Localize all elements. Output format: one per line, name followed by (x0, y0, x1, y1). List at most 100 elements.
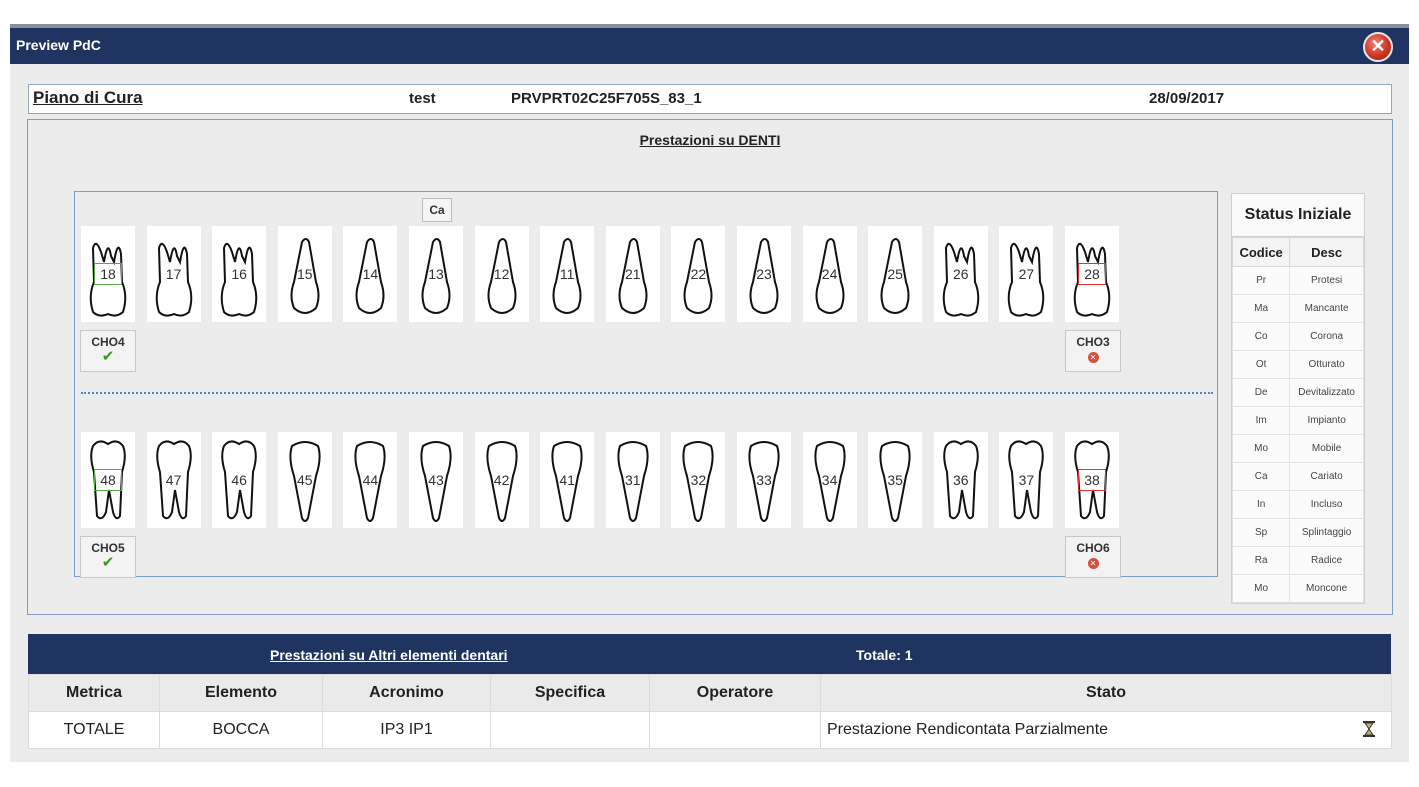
status-iniziale-panel: Status Iniziale Codice Desc Pr Protesi Ma M… (1231, 193, 1365, 604)
status-code: Ca (1231, 462, 1291, 491)
status-code: Ma (1231, 294, 1291, 323)
tooth-number: 42 (493, 472, 510, 488)
tooth-number: 17 (165, 266, 182, 282)
error-icon: ✕ (1087, 352, 1099, 363)
pdc-date: 28/09/2017 (1149, 90, 1225, 107)
pdc-code: PRVPRT02C25F705S_83_1 (511, 90, 702, 107)
tooth-31[interactable]: 31 (605, 432, 660, 528)
tooth-46[interactable]: 46 (212, 432, 267, 528)
tooth-28[interactable]: 28 (1065, 226, 1119, 322)
tooth-24[interactable]: 24 (802, 226, 857, 322)
tooth-13[interactable]: 13 (409, 226, 463, 322)
cho-label: CHO5 (91, 541, 125, 555)
tooth-number: 47 (165, 472, 182, 488)
pdc-header: Piano di Cura test PRVPRT02C25F705S_83_1… (28, 84, 1392, 114)
cell-specifica (490, 711, 650, 749)
status-desc: Corona (1289, 322, 1364, 351)
tooth-18[interactable]: 18 (81, 226, 135, 322)
col-metrica: Metrica (28, 674, 160, 712)
hourglass-icon (1363, 721, 1375, 737)
tooth-27[interactable]: 27 (999, 226, 1054, 322)
tooth-number: 44 (362, 472, 379, 488)
tooth-48[interactable]: 48 (81, 432, 135, 528)
tooth-number: 15 (297, 266, 313, 282)
tooth-number: 32 (690, 472, 707, 488)
col-operatore: Operatore (649, 674, 821, 712)
tooth-21[interactable]: 21 (605, 226, 660, 322)
others-section-bar: Prestazioni su Altri elementi dentari To… (28, 634, 1391, 674)
tooth-33[interactable]: 33 (737, 432, 791, 528)
tooth-number: 22 (690, 266, 707, 282)
tooth-number: 13 (428, 266, 444, 282)
status-row: Ma Mancante (1231, 294, 1364, 323)
tooth-17[interactable]: 17 (146, 226, 201, 322)
cho3-box[interactable]: CHO3 ✕ (1065, 330, 1121, 372)
tooth-number: 21 (625, 266, 641, 282)
teeth-panel: Prestazioni su DENTI Ca CHO4 ✔ CHO3 ✕ CH… (27, 119, 1393, 615)
status-row: Ra Radice (1231, 546, 1364, 575)
tooth-number: 18 (94, 263, 122, 285)
status-code: Ra (1231, 546, 1291, 575)
tooth-37[interactable]: 37 (999, 432, 1054, 528)
tooth-32[interactable]: 32 (671, 432, 726, 528)
tooth-23[interactable]: 23 (737, 226, 791, 322)
tooth-26[interactable]: 26 (933, 226, 988, 322)
col-acronimo: Acronimo (322, 674, 491, 712)
window-title: Preview PdC (16, 37, 101, 53)
status-code: De (1231, 378, 1291, 407)
tooth-number: 43 (428, 472, 444, 488)
cho-label: CHO4 (91, 335, 125, 349)
close-button[interactable]: ✕ (1363, 32, 1393, 62)
tooth-22[interactable]: 22 (671, 226, 726, 322)
status-desc: Mancante (1289, 294, 1364, 323)
tooth-14[interactable]: 14 (343, 226, 398, 322)
tooth-25[interactable]: 25 (868, 226, 923, 322)
tooth-number: 37 (1018, 472, 1035, 488)
status-col-desc: Desc (1289, 237, 1364, 267)
title-bar: Preview PdC ✕ (10, 28, 1409, 64)
status-row: Ca Cariato (1231, 462, 1364, 491)
tooth-34[interactable]: 34 (802, 432, 857, 528)
tooth-16[interactable]: 16 (212, 226, 267, 322)
tooth-42[interactable]: 42 (474, 432, 529, 528)
others-section-title[interactable]: Prestazioni su Altri elementi dentari (270, 647, 508, 663)
status-code: Im (1231, 406, 1291, 435)
close-icon[interactable]: ✕ (1370, 36, 1385, 56)
table-row[interactable]: TOTALE BOCCA IP3 IP1 Prestazione Rendico… (28, 711, 1392, 749)
cho5-box[interactable]: CHO5 ✔ (80, 536, 136, 578)
tooth-number: 27 (1018, 266, 1035, 282)
tooth-38[interactable]: 38 (1065, 432, 1119, 528)
tooth-number: 33 (756, 472, 772, 488)
cho-label: CHO6 (1076, 541, 1110, 555)
status-row: Im Impianto (1231, 406, 1364, 435)
tooth-11[interactable]: 11 (540, 226, 595, 322)
cell-acronimo: IP3 IP1 (322, 711, 491, 749)
status-desc: Splintaggio (1289, 518, 1364, 547)
status-desc: Impianto (1289, 406, 1364, 435)
stato-text: Prestazione Rendicontata Parzialmente (827, 721, 1109, 738)
tooth-44[interactable]: 44 (343, 432, 398, 528)
tooth-36[interactable]: 36 (933, 432, 988, 528)
status-title: Status Iniziale (1232, 194, 1364, 237)
status-desc: Radice (1289, 546, 1364, 575)
status-row: Sp Splintaggio (1231, 518, 1364, 547)
tooth-45[interactable]: 45 (277, 432, 332, 528)
status-row: In Incluso (1231, 490, 1364, 519)
status-row: Mo Moncone (1231, 574, 1364, 603)
tooth-number: 28 (1078, 263, 1106, 285)
status-row: Ot Otturato (1231, 350, 1364, 379)
status-code: Pr (1231, 266, 1291, 295)
status-row: Mo Mobile (1231, 434, 1364, 463)
tooth-number: 14 (362, 266, 379, 282)
tooth-43[interactable]: 43 (409, 432, 463, 528)
cho6-box[interactable]: CHO6 ✕ (1065, 536, 1121, 578)
tooth-47[interactable]: 47 (146, 432, 201, 528)
cho4-box[interactable]: CHO4 ✔ (80, 330, 136, 372)
tooth-12[interactable]: 12 (474, 226, 529, 322)
tooth-41[interactable]: 41 (540, 432, 595, 528)
tooth-15[interactable]: 15 (277, 226, 332, 322)
tooth-35[interactable]: 35 (868, 432, 923, 528)
tooth-number: 31 (625, 472, 641, 488)
ca-badge: Ca (422, 198, 452, 222)
tooth-number: 35 (887, 472, 903, 488)
